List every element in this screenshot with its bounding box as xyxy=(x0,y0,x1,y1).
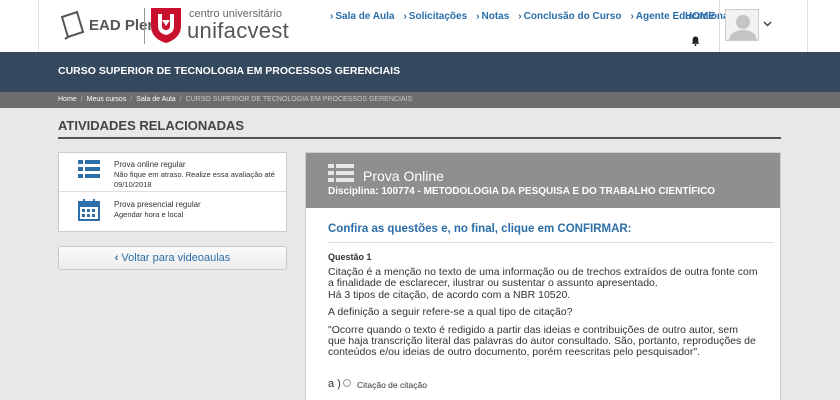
option-radio[interactable] xyxy=(343,379,351,387)
question-paragraph: Há 3 tipos de citação, de acordo com a N… xyxy=(328,289,571,301)
header-container: EAD Pleno centro universitário unifacves… xyxy=(38,0,808,52)
back-button-label: Voltar para videoaulas xyxy=(121,252,231,264)
nav-agente-educacional[interactable]: › Agente Educacional xyxy=(630,11,731,22)
main-nav: › Sala de Aula › Solicitações › Notas › Conc… xyxy=(330,11,740,22)
exam-instruction: Confira as questões e, no final, clique … xyxy=(328,223,632,235)
section-title: ATIVIDADES RELACIONADAS xyxy=(58,118,245,133)
breadcrumb-separator: / xyxy=(130,96,133,103)
chevron-left-icon: ‹ xyxy=(114,252,119,264)
list-icon xyxy=(78,159,100,179)
exam-title: Prova Online xyxy=(363,168,444,184)
question-prompt: A definição a seguir refere-se a qual ti… xyxy=(328,306,573,318)
chevron-down-icon[interactable] xyxy=(763,19,772,30)
nav-label: Agente Educacional xyxy=(635,11,732,22)
question-paragraph: Citação é a menção no texto de uma infor… xyxy=(328,266,758,289)
chevron-right-icon: › xyxy=(630,11,634,22)
course-banner: CURSO SUPERIOR DE TECNOLOGIA EM PROCESSO… xyxy=(0,52,840,92)
exam-header: Prova Online Disciplina: 100774 - METODO… xyxy=(306,153,780,208)
activity-prova-online[interactable]: Prova online regular Não fique em atraso… xyxy=(59,153,286,192)
breadcrumb-sala-de-aula[interactable]: Sala de Aula xyxy=(136,96,175,103)
activities-panel: Prova online regular Não fique em atraso… xyxy=(58,152,287,232)
activity-title: Prova presencial regular xyxy=(114,200,201,209)
breadcrumb-separator: / xyxy=(80,96,83,103)
section-divider xyxy=(58,137,781,139)
activity-description: Agendar hora e local xyxy=(114,210,184,219)
option-label[interactable]: Citação de citação xyxy=(357,380,427,390)
nav-label: Sala de Aula xyxy=(335,11,395,22)
unifacvest-logo[interactable]: centro universitário unifacvest xyxy=(149,6,289,44)
ead-pleno-logo-icon xyxy=(59,10,87,40)
unifacvest-logo-name: unifacvest xyxy=(187,17,290,43)
breadcrumb: Home / Meus cursos / Sala de Aula / CURSO SUPE… xyxy=(0,92,840,108)
activity-title: Prova online regular xyxy=(114,160,186,169)
avatar-divider xyxy=(719,0,720,52)
breadcrumb-home[interactable]: Home xyxy=(58,96,77,103)
exam-subject: Disciplina: 100774 - METODOLOGIA DA PESQ… xyxy=(328,186,716,197)
unifacvest-shield-icon xyxy=(149,6,183,44)
back-to-videos-button[interactable]: ‹ Voltar para videoaulas xyxy=(58,246,287,270)
logo-divider xyxy=(144,8,145,44)
nav-conclusao-do-curso[interactable]: › Conclusão do Curso xyxy=(518,11,621,22)
question-quote: "Ocorre quando o texto é redigido a part… xyxy=(328,324,756,358)
instruction-divider xyxy=(328,242,774,243)
breadcrumb-meus-cursos[interactable]: Meus cursos xyxy=(87,96,127,103)
list-icon xyxy=(328,163,354,183)
exam-panel: Prova Online Disciplina: 100774 - METODO… xyxy=(305,152,781,400)
bell-icon[interactable] xyxy=(691,33,700,46)
chevron-right-icon: › xyxy=(403,11,407,22)
chevron-right-icon: › xyxy=(476,11,480,22)
chevron-right-icon: › xyxy=(518,11,522,22)
nav-notas[interactable]: › Notas xyxy=(476,11,509,22)
nav-label: Notas xyxy=(481,11,510,22)
breadcrumb-current: CURSO SUPERIOR DE TECNOLOGIA EM PROCESSO… xyxy=(185,96,413,103)
breadcrumb-separator: / xyxy=(179,96,182,103)
nav-home[interactable]: HOME xyxy=(685,11,715,22)
nav-sala-de-aula[interactable]: › Sala de Aula xyxy=(330,11,394,22)
activity-prova-presencial[interactable]: Prova presencial regular Agendar hora e … xyxy=(59,193,286,232)
course-title: CURSO SUPERIOR DE TECNOLOGIA EM PROCESSO… xyxy=(58,65,401,77)
chevron-right-icon: › xyxy=(330,11,334,22)
unifacvest-logo-text: centro universitário unifacvest xyxy=(187,8,290,43)
option-letter: a ) xyxy=(328,378,341,390)
user-avatar-icon[interactable] xyxy=(725,9,759,41)
breadcrumb-items: Home / Meus cursos / Sala de Aula / CURSO SUPE… xyxy=(58,96,412,103)
nav-solicitacoes[interactable]: › Solicitações xyxy=(403,11,467,22)
top-header: EAD Pleno centro universitário unifacves… xyxy=(0,0,840,52)
question-number: Questão 1 xyxy=(328,252,372,262)
nav-label: Solicitações xyxy=(408,11,468,22)
nav-label: Conclusão do Curso xyxy=(523,11,622,22)
activity-description: Não fique em atraso. Realize essa avalia… xyxy=(114,170,275,189)
calendar-icon xyxy=(78,199,100,221)
